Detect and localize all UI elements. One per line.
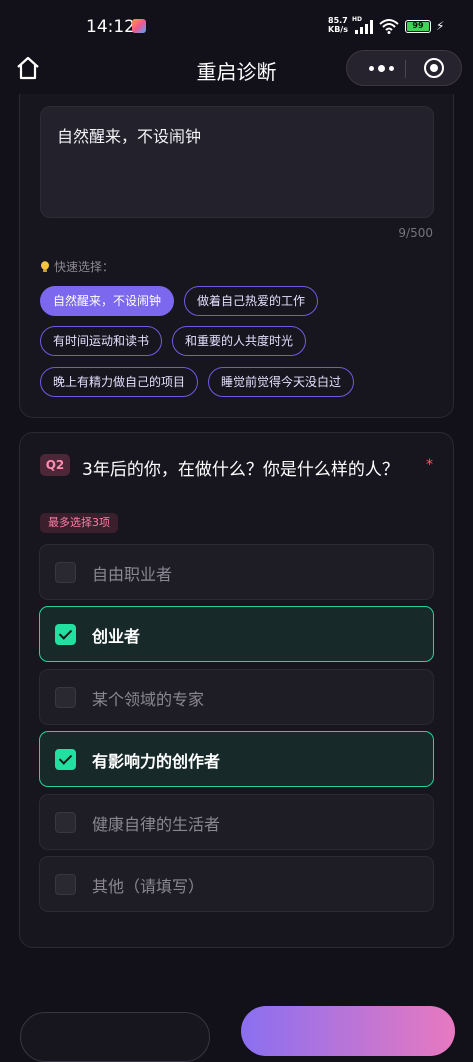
signal-icon	[355, 20, 373, 34]
option-label: 创业者	[92, 627, 141, 646]
gallery-app-icon	[132, 19, 146, 33]
more-dots-icon[interactable]	[359, 51, 403, 85]
option-item[interactable]: 自由职业者	[39, 544, 434, 600]
option-item[interactable]: 健康自律的生活者	[39, 794, 434, 850]
option-item[interactable]: 某个领域的专家	[39, 669, 434, 725]
quick-chip[interactable]: 和重要的人共度时光	[172, 326, 307, 356]
checkbox[interactable]	[55, 749, 76, 770]
status-time: 14:12	[86, 17, 135, 37]
close-circle-icon[interactable]	[424, 58, 444, 78]
selection-limit-badge: 最多选择3项	[40, 513, 118, 533]
quick-chip[interactable]: 做着自己热爱的工作	[184, 286, 319, 316]
question-card-q2: Q2 3年后的你，在做什么？你是什么样的人？ * 最多选择3项 自由职业者 创业…	[19, 432, 454, 948]
battery-icon: 99	[405, 20, 431, 33]
question-number-badge: Q2	[40, 454, 70, 476]
network-speed: 85.7 KB/s	[328, 16, 348, 34]
network-speed-unit: KB/s	[328, 25, 348, 34]
network-speed-value: 85.7	[328, 16, 348, 25]
charging-icon: ⚡	[436, 19, 445, 33]
question-card-q1: 自然醒来，不设闹钟 9/500 快速选择： 自然醒来，不设闹钟 做着自己热爱的工…	[19, 94, 454, 418]
checkbox[interactable]	[55, 812, 76, 833]
quick-select-text: 快速选择：	[54, 260, 115, 274]
option-item[interactable]: 有影响力的创作者	[39, 731, 434, 787]
checkbox[interactable]	[55, 874, 76, 895]
quick-chip[interactable]: 晚上有精力做自己的项目	[40, 367, 199, 397]
option-label: 自由职业者	[92, 565, 173, 584]
option-item[interactable]: 其他（请填写）	[39, 856, 434, 912]
mini-program-capsule	[346, 50, 462, 86]
wifi-icon	[379, 19, 399, 34]
checkbox[interactable]	[55, 687, 76, 708]
option-label: 有影响力的创作者	[92, 752, 221, 771]
nav-bar: 重启诊断	[0, 44, 473, 94]
lightbulb-icon	[41, 260, 49, 272]
required-mark: *	[426, 457, 433, 473]
quick-chip[interactable]: 睡觉前觉得今天没白过	[208, 367, 355, 397]
option-label: 某个领域的专家	[92, 690, 205, 709]
next-button[interactable]	[241, 1006, 455, 1056]
quick-select-label: 快速选择：	[40, 258, 114, 275]
previous-button[interactable]	[20, 1012, 210, 1062]
option-label: 健康自律的生活者	[92, 815, 221, 834]
checkbox[interactable]	[55, 562, 76, 583]
quick-chip[interactable]: 有时间运动和读书	[40, 326, 163, 356]
answer-textarea[interactable]: 自然醒来，不设闹钟	[40, 106, 434, 218]
quick-chip[interactable]: 自然醒来，不设闹钟	[40, 286, 175, 316]
capsule-divider	[405, 60, 406, 78]
option-item[interactable]: 创业者	[39, 606, 434, 662]
battery-percent: 99	[412, 21, 424, 30]
option-label: 其他（请填写）	[92, 877, 205, 896]
question-title: 3年后的你，在做什么？你是什么样的人？	[82, 460, 399, 480]
char-counter: 9/500	[398, 226, 433, 240]
checkbox[interactable]	[55, 624, 76, 645]
